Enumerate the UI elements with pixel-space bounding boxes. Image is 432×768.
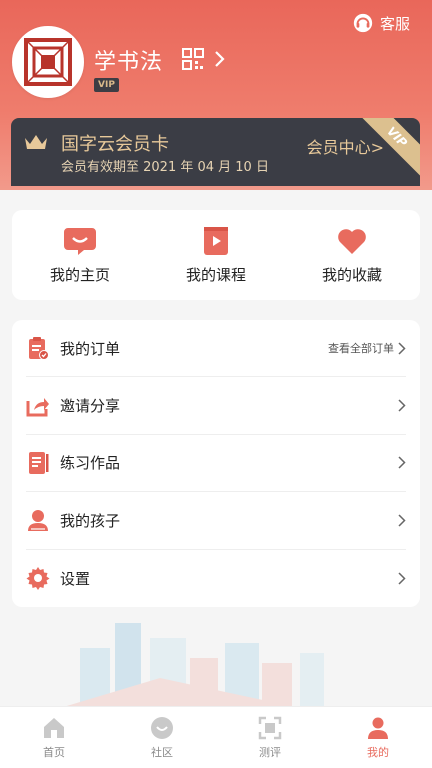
profile-header: 客服 学书法 VIP 国字云会员卡 会员有效期至 2021 年 04 月 10 … — [0, 0, 432, 190]
person-icon — [368, 717, 388, 739]
tab-home[interactable]: 首页 — [0, 707, 108, 768]
customer-service-label: 客服 — [379, 14, 410, 33]
gear-icon — [26, 566, 50, 591]
home-icon — [44, 717, 64, 738]
headset-icon — [353, 13, 373, 33]
quick-link-homepage[interactable]: 我的主页 — [20, 226, 140, 285]
tab-community[interactable]: 社区 — [108, 707, 216, 768]
chevron-right-icon — [398, 456, 406, 469]
menu-item-orders[interactable]: 我的订单 查看全部订单 — [26, 320, 406, 378]
quick-link-favorites[interactable]: 我的收藏 — [292, 226, 412, 285]
calligraphy-logo-icon — [24, 38, 72, 86]
menu-list: 我的订单 查看全部订单 邀请分享 练习作品 我的孩子 设置 — [12, 320, 420, 607]
tab-label: 测评 — [259, 745, 281, 759]
menu-label: 我的订单 — [60, 339, 121, 358]
member-center-link[interactable]: 会员中心> — [307, 134, 384, 158]
chat-bubble-icon — [64, 227, 96, 255]
bottom-tab-bar: 首页 社区 测评 我的 — [0, 706, 432, 768]
member-expiry: 会员有效期至 2021 年 04 月 10 日 — [61, 160, 269, 175]
chevron-right-icon — [398, 514, 406, 527]
menu-item-share[interactable]: 邀请分享 — [26, 377, 406, 435]
notebook-icon — [26, 451, 50, 475]
chevron-right-icon[interactable] — [214, 50, 226, 68]
menu-label: 邀请分享 — [60, 397, 121, 416]
view-all-orders-link[interactable]: 查看全部订单 — [328, 340, 394, 356]
tab-mine[interactable]: 我的 — [324, 707, 432, 768]
share-icon — [26, 394, 50, 418]
community-icon — [151, 716, 173, 739]
child-icon — [26, 508, 50, 532]
chevron-right-icon — [398, 572, 406, 585]
menu-item-children[interactable]: 我的孩子 — [26, 492, 406, 550]
tab-label: 首页 — [43, 745, 65, 759]
scan-icon — [258, 716, 282, 739]
tab-label: 我的 — [367, 745, 389, 759]
quick-links: 我的主页 我的课程 我的收藏 — [12, 210, 420, 300]
qr-code-icon[interactable] — [182, 48, 204, 70]
tab-evaluation[interactable]: 测评 — [216, 707, 324, 768]
avatar[interactable] — [12, 26, 84, 98]
menu-label: 我的孩子 — [60, 511, 121, 530]
clipboard-order-icon — [26, 336, 50, 361]
member-card[interactable]: 国字云会员卡 会员有效期至 2021 年 04 月 10 日 会员中心> VIP — [11, 118, 420, 186]
menu-item-works[interactable]: 练习作品 — [26, 435, 406, 493]
quick-link-courses[interactable]: 我的课程 — [156, 226, 276, 285]
city-illustration — [60, 623, 324, 708]
play-book-icon — [204, 226, 228, 255]
crown-icon — [25, 135, 47, 149]
tab-label: 社区 — [151, 745, 173, 759]
quick-link-label: 我的主页 — [49, 265, 110, 284]
customer-service-button[interactable]: 客服 — [352, 12, 410, 34]
chevron-right-icon — [398, 342, 406, 355]
menu-item-settings[interactable]: 设置 — [26, 550, 406, 607]
chevron-right-icon — [398, 399, 406, 412]
menu-label: 练习作品 — [60, 454, 121, 473]
menu-label: 设置 — [60, 569, 91, 588]
username[interactable]: 学书法 — [94, 44, 163, 76]
member-card-title: 国字云会员卡 — [61, 134, 169, 155]
quick-link-label: 我的课程 — [185, 265, 246, 284]
quick-link-label: 我的收藏 — [321, 265, 382, 284]
heart-icon — [338, 228, 366, 254]
vip-badge: VIP — [94, 78, 119, 92]
